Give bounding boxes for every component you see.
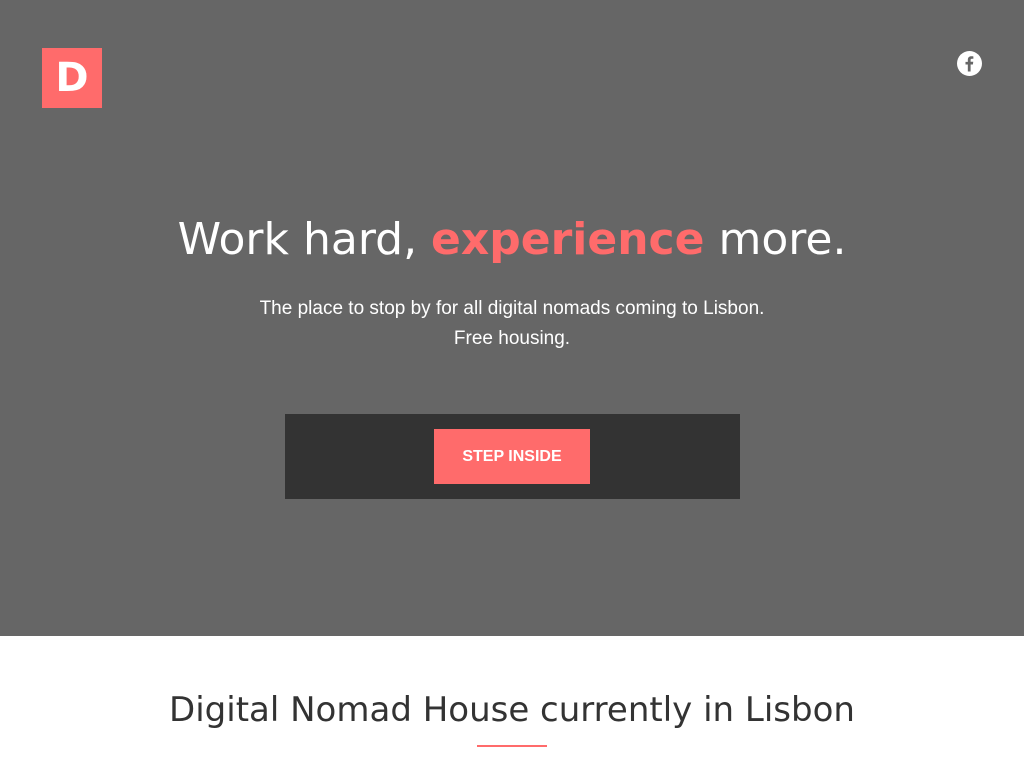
subtext-line-2: Free housing. <box>453 328 571 349</box>
subtext-line-1: The place to stop by for all digital nom… <box>259 298 765 319</box>
headline-accent: experience <box>431 214 705 265</box>
hero-section: D Work hard, experience more. The place … <box>0 0 1024 636</box>
facebook-icon[interactable] <box>957 51 982 76</box>
headline-text: Work hard, <box>177 214 432 265</box>
hero-subtext: The place to stop by for all digital nom… <box>0 294 1024 354</box>
hero-headline: Work hard, experience more. <box>0 210 1024 270</box>
section-title: Digital Nomad House currently in Lisbon <box>169 690 855 730</box>
cta-container: STEP INSIDE <box>285 414 740 499</box>
step-inside-button[interactable]: STEP INSIDE <box>434 429 590 484</box>
headline-text-end: more. <box>704 214 847 265</box>
logo[interactable]: D <box>42 48 102 108</box>
title-divider <box>477 745 547 747</box>
